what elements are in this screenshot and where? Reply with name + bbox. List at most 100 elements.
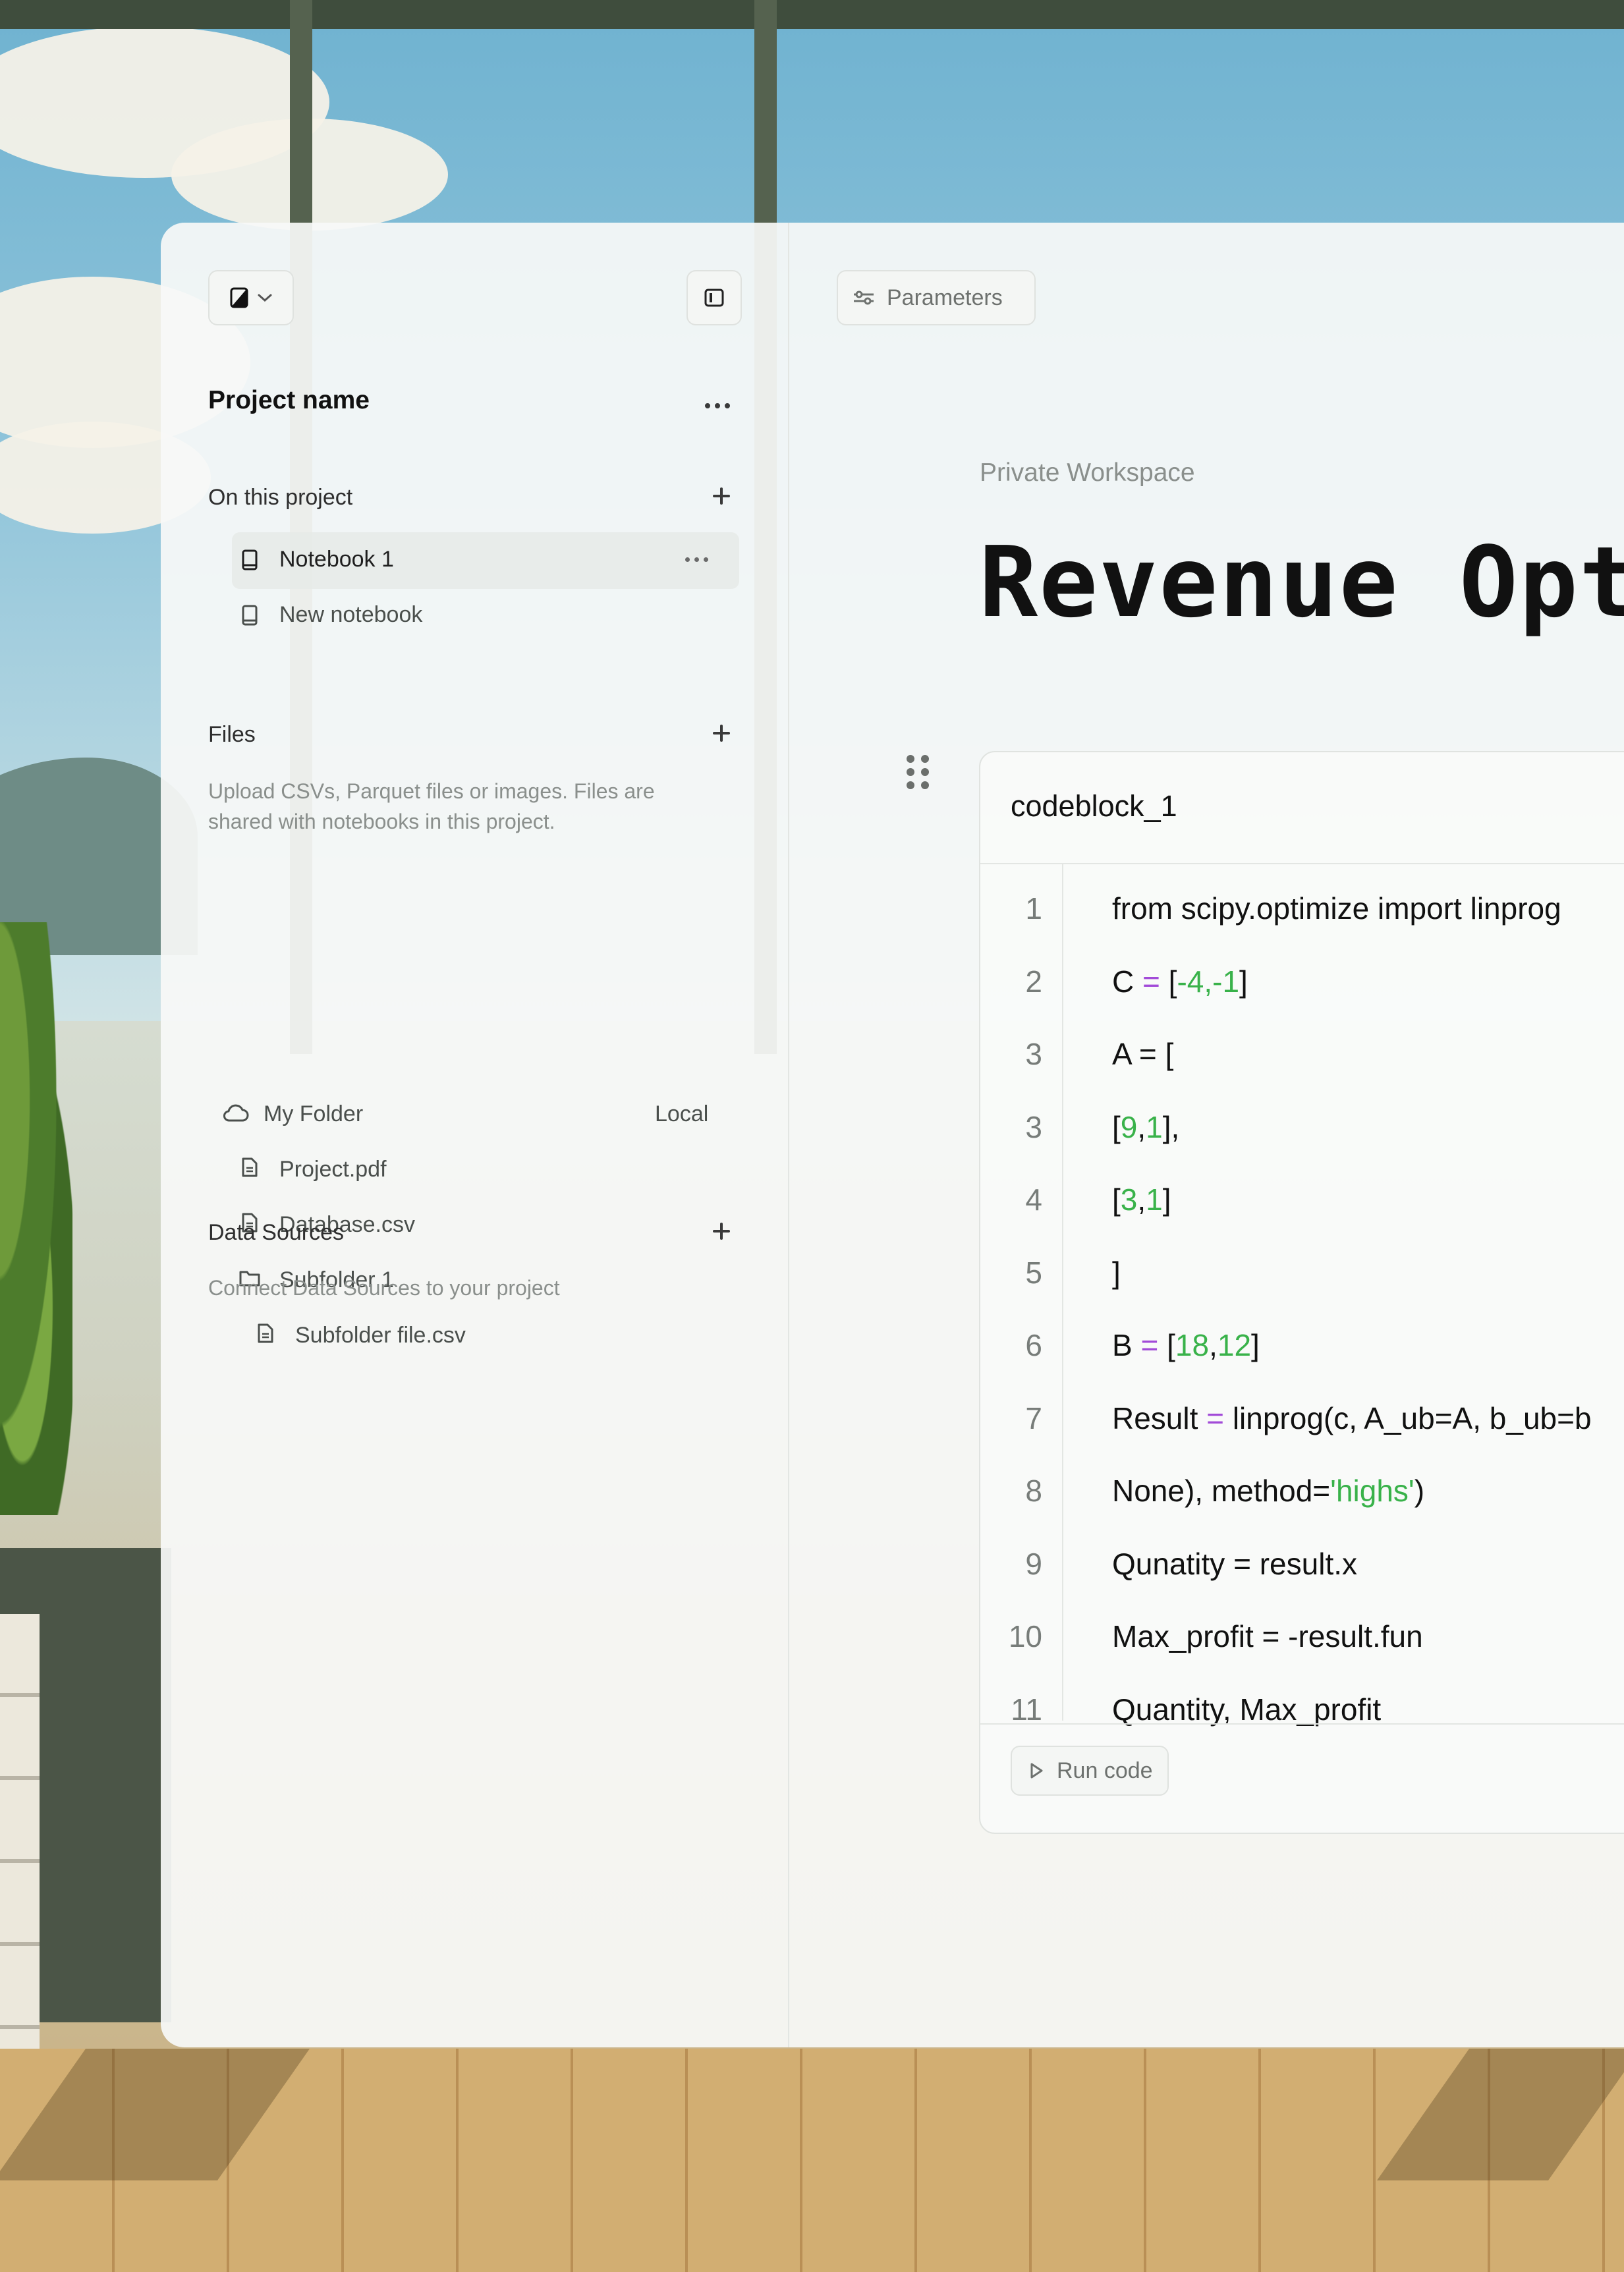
code-token: ]: [1251, 1328, 1260, 1362]
code-token: A = [: [1112, 1037, 1174, 1071]
folder-my-folder[interactable]: My Folder: [264, 1101, 363, 1127]
run-code-button[interactable]: Run code: [1011, 1746, 1169, 1796]
code-token: [: [1112, 1109, 1121, 1144]
code-token: [: [1160, 964, 1177, 999]
notebook-more-icon[interactable]: [685, 557, 708, 562]
add-notebook-icon[interactable]: [712, 486, 731, 506]
code-token: [: [1158, 1328, 1175, 1362]
code-line: from scipy.optimize import linprog: [1112, 891, 1561, 926]
code-token: Qunatity = result.x: [1112, 1546, 1357, 1581]
sidebar: Project name On this project Notebook 1 …: [161, 223, 789, 2047]
parameters-button[interactable]: Parameters: [837, 270, 1036, 325]
notebook-title[interactable]: Revenue Opt:: [979, 526, 1624, 639]
pot: [0, 1614, 40, 2115]
code-token: 'highs': [1330, 1474, 1414, 1508]
code-token: =: [1206, 1400, 1225, 1435]
files-description: Upload CSVs, Parquet files or images. Fi…: [208, 779, 655, 833]
add-file-icon[interactable]: [712, 723, 731, 743]
code-block: codeblock_1 1 2 3 3 4 5 6 7 8 9 10 11 from scipy.op…: [979, 751, 1624, 1834]
code-line: ]: [1112, 1255, 1121, 1290]
line-number-gutter: 1 2 3 3 4 5 6 7 8 9 10 11: [980, 864, 1063, 1727]
code-token: =: [1142, 964, 1160, 999]
code-token: ],: [1162, 1109, 1180, 1144]
code-token: Result: [1112, 1400, 1207, 1435]
code-line: C = [-4,-1]: [1112, 964, 1248, 999]
code-line: Max_profit = -result.fun: [1112, 1619, 1423, 1654]
code-token: 3: [1120, 1182, 1138, 1217]
app-window: Project name On this project Notebook 1 …: [161, 223, 1624, 2047]
workspace-breadcrumb: Private Workspace: [980, 458, 1195, 487]
sidebar-toggle-icon: [704, 289, 724, 307]
line-number: 6: [1025, 1328, 1042, 1362]
code-line: [9,1],: [1112, 1109, 1179, 1145]
workspace-switcher-button[interactable]: [208, 270, 294, 325]
notebook-item-label[interactable]: Notebook 1: [279, 547, 394, 572]
line-number: 1: [1025, 891, 1042, 926]
section-label-on-this-project: On this project: [208, 485, 353, 510]
code-line: Qunatity = result.x: [1112, 1546, 1357, 1582]
code-token: 1: [1146, 1182, 1163, 1217]
code-token: 1: [1146, 1109, 1163, 1144]
app-logo-icon: [230, 287, 248, 308]
line-number: 5: [1025, 1255, 1042, 1290]
cloud-icon: [223, 1104, 249, 1122]
toggle-sidebar-button[interactable]: [686, 270, 742, 325]
code-token: ]: [1112, 1255, 1121, 1290]
notebook-icon: [242, 605, 258, 626]
code-token: 12: [1217, 1328, 1252, 1362]
play-icon: [1030, 1763, 1043, 1779]
code-token: ,: [1137, 1109, 1146, 1144]
code-token: [: [1112, 1182, 1121, 1217]
code-token: from scipy.optimize import linprog: [1112, 891, 1561, 926]
code-token: None), method=: [1112, 1474, 1331, 1508]
data-sources-description: Connect Data Sources to your project: [208, 1276, 560, 1300]
line-number: 9: [1025, 1546, 1042, 1581]
code-token: 18: [1175, 1328, 1210, 1362]
section-label-files: Files: [208, 722, 256, 747]
code-token: ,: [1137, 1182, 1146, 1217]
project-title: Project name: [208, 386, 370, 414]
code-line: B = [18,12]: [1112, 1327, 1260, 1363]
notebook-icon: [242, 549, 258, 570]
code-line: [3,1]: [1112, 1182, 1171, 1217]
line-number: 10: [1008, 1619, 1042, 1653]
sliders-icon: [854, 291, 874, 305]
line-number: 4: [1025, 1182, 1042, 1217]
line-number: 3: [1025, 1109, 1042, 1144]
code-token: 9: [1120, 1109, 1138, 1144]
code-token: B: [1112, 1328, 1141, 1362]
code-token: ]: [1239, 964, 1248, 999]
code-block-header: codeblock_1: [980, 752, 1624, 864]
line-number: 3: [1025, 1037, 1042, 1071]
folder-location-badge: Local: [655, 1101, 709, 1126]
file-item[interactable]: Project.pdf: [279, 1157, 387, 1182]
chevron-down-icon: [258, 294, 272, 302]
code-token: Quantity, Max_profit: [1112, 1692, 1382, 1727]
code-line: None), method='highs'): [1112, 1473, 1424, 1509]
code-token: -4,-1: [1177, 964, 1240, 999]
code-token: Max_profit = -result.fun: [1112, 1619, 1423, 1653]
section-label-data-sources: Data Sources: [208, 1220, 344, 1245]
main-content: Parameters Private Workspace Revenue Opt…: [789, 223, 1624, 2047]
add-data-source-icon[interactable]: [712, 1221, 731, 1241]
window-frame: [0, 0, 1624, 29]
line-number: 11: [1011, 1692, 1042, 1727]
file-icon: [258, 1323, 273, 1343]
code-line: Result = linprog(c, A_ub=A, b_ub=b: [1112, 1400, 1592, 1436]
drag-handle-icon[interactable]: [907, 755, 930, 790]
file-icon: [242, 1157, 258, 1177]
line-number: 8: [1025, 1474, 1042, 1508]
code-token: ): [1414, 1474, 1425, 1508]
parameters-label: Parameters: [887, 285, 1003, 310]
run-code-label: Run code: [1057, 1758, 1153, 1783]
code-token: C: [1112, 964, 1142, 999]
file-item[interactable]: Subfolder file.csv: [295, 1323, 466, 1348]
project-more-icon[interactable]: [705, 403, 730, 408]
code-token: =: [1140, 1328, 1159, 1362]
line-number: 2: [1025, 964, 1042, 999]
code-block-title[interactable]: codeblock_1: [1011, 789, 1177, 823]
code-token: ]: [1162, 1182, 1171, 1217]
new-notebook-item[interactable]: New notebook: [279, 602, 422, 628]
line-number: 7: [1025, 1400, 1042, 1435]
code-line: Quantity, Max_profit: [1112, 1692, 1381, 1727]
